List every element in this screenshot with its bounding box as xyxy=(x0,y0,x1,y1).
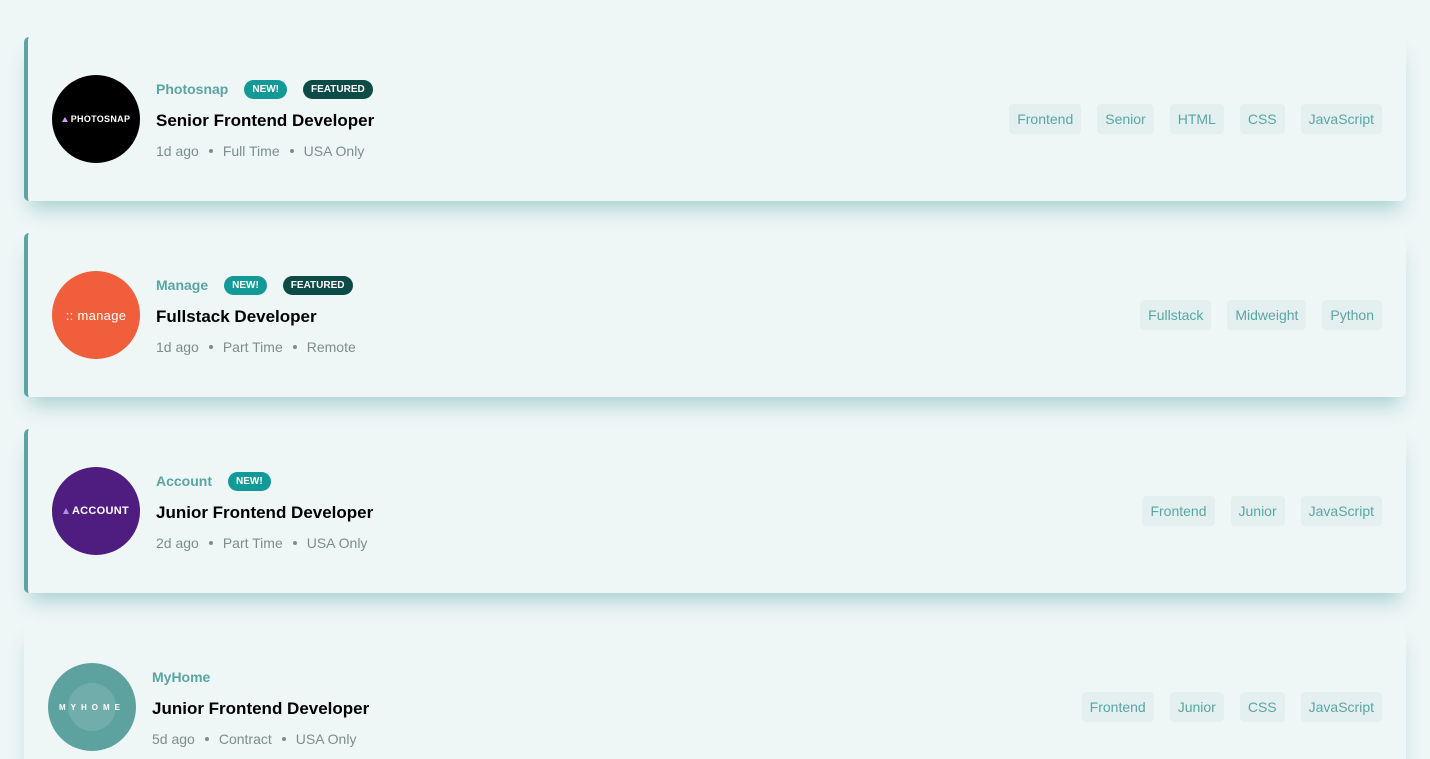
location: USA Only xyxy=(295,731,357,747)
tag-frontend[interactable]: Frontend xyxy=(1081,692,1154,722)
account-logo: ACCOUNT xyxy=(52,467,140,555)
dot-separator xyxy=(204,737,209,741)
job-card-account[interactable]: ACCOUNT Account NEW! Junior Frontend Dev… xyxy=(24,429,1406,593)
tag-css[interactable]: CSS xyxy=(1239,104,1285,134)
contract-type: Contract xyxy=(218,731,272,747)
job-listings: PHOTOSNAP Photosnap NEW! FEATURED Senior… xyxy=(0,0,1430,759)
new-badge: NEW! xyxy=(244,79,288,99)
manage-logo: :: manage xyxy=(52,271,140,359)
tag-javascript[interactable]: JavaScript xyxy=(1300,496,1382,526)
dot-separator xyxy=(289,149,294,153)
tag-frontend[interactable]: Frontend xyxy=(1142,496,1215,526)
dot-separator xyxy=(208,345,213,349)
tag-junior[interactable]: Junior xyxy=(1169,692,1224,722)
job-tags: Fullstack Midweight Python xyxy=(1140,300,1382,330)
posted-at: 1d ago xyxy=(156,339,199,355)
location: USA Only xyxy=(306,535,368,551)
myhome-logo: MYHOME xyxy=(48,663,136,751)
company-name[interactable]: Photosnap xyxy=(156,81,228,97)
posted-at: 1d ago xyxy=(156,143,199,159)
featured-badge: FEATURED xyxy=(282,275,353,295)
tag-javascript[interactable]: JavaScript xyxy=(1300,692,1382,722)
job-info: Photosnap NEW! FEATURED Senior Frontend … xyxy=(156,79,374,159)
dot-separator xyxy=(208,541,213,545)
company-name[interactable]: Account xyxy=(156,473,212,489)
triangle-icon xyxy=(61,117,68,122)
new-badge: NEW! xyxy=(228,471,271,491)
job-meta: 5d ago Contract USA Only xyxy=(152,731,369,747)
logo-text: :: manage xyxy=(65,307,127,323)
tag-javascript[interactable]: JavaScript xyxy=(1300,104,1382,134)
job-info: MyHome Junior Frontend Developer 5d ago … xyxy=(152,667,369,747)
tag-midweight[interactable]: Midweight xyxy=(1227,300,1307,330)
dot-separator xyxy=(292,541,297,545)
dot-separator xyxy=(281,737,286,741)
contract-type: Part Time xyxy=(222,535,283,551)
tag-fullstack[interactable]: Fullstack xyxy=(1140,300,1212,330)
location: Remote xyxy=(306,339,356,355)
posted-at: 2d ago xyxy=(156,535,199,551)
job-info: Manage NEW! FEATURED Fullstack Developer… xyxy=(156,275,356,355)
job-meta: 1d ago Full Time USA Only xyxy=(156,143,374,159)
logo-text: PHOTOSNAP xyxy=(70,114,131,124)
job-meta: 1d ago Part Time Remote xyxy=(156,339,356,355)
job-card-photosnap[interactable]: PHOTOSNAP Photosnap NEW! FEATURED Senior… xyxy=(24,37,1406,201)
logo-text: ACCOUNT xyxy=(71,505,130,517)
job-card-manage[interactable]: :: manage Manage NEW! FEATURED Fullstack… xyxy=(24,233,1406,397)
triangle-icon xyxy=(62,508,69,514)
contract-type: Full Time xyxy=(222,143,280,159)
tag-css[interactable]: CSS xyxy=(1239,692,1285,722)
dot-separator xyxy=(292,345,297,349)
job-position[interactable]: Junior Frontend Developer xyxy=(152,699,369,719)
job-position[interactable]: Junior Frontend Developer xyxy=(156,503,373,523)
job-meta: 2d ago Part Time USA Only xyxy=(156,535,373,551)
job-info: Account NEW! Junior Frontend Developer 2… xyxy=(156,471,373,551)
company-name[interactable]: MyHome xyxy=(152,669,210,685)
job-card-myhome[interactable]: MYHOME MyHome Junior Frontend Developer … xyxy=(24,625,1406,759)
logo-text: MYHOME xyxy=(59,702,125,712)
location: USA Only xyxy=(303,143,365,159)
tag-python[interactable]: Python xyxy=(1322,300,1382,330)
dot-separator xyxy=(208,149,213,153)
company-name[interactable]: Manage xyxy=(156,277,208,293)
job-tags: Frontend Junior JavaScript xyxy=(1142,496,1382,526)
job-position[interactable]: Senior Frontend Developer xyxy=(156,111,374,131)
tag-junior[interactable]: Junior xyxy=(1230,496,1285,526)
tag-html[interactable]: HTML xyxy=(1169,104,1224,134)
job-position[interactable]: Fullstack Developer xyxy=(156,307,356,327)
tag-senior[interactable]: Senior xyxy=(1097,104,1154,134)
job-tags: Frontend Senior HTML CSS JavaScript xyxy=(1009,104,1382,134)
new-badge: NEW! xyxy=(224,275,267,295)
contract-type: Part Time xyxy=(222,339,283,355)
featured-badge: FEATURED xyxy=(303,79,373,99)
posted-at: 5d ago xyxy=(152,731,195,747)
job-tags: Frontend Junior CSS JavaScript xyxy=(1081,692,1382,722)
photosnap-logo: PHOTOSNAP xyxy=(52,75,140,163)
tag-frontend[interactable]: Frontend xyxy=(1009,104,1082,134)
